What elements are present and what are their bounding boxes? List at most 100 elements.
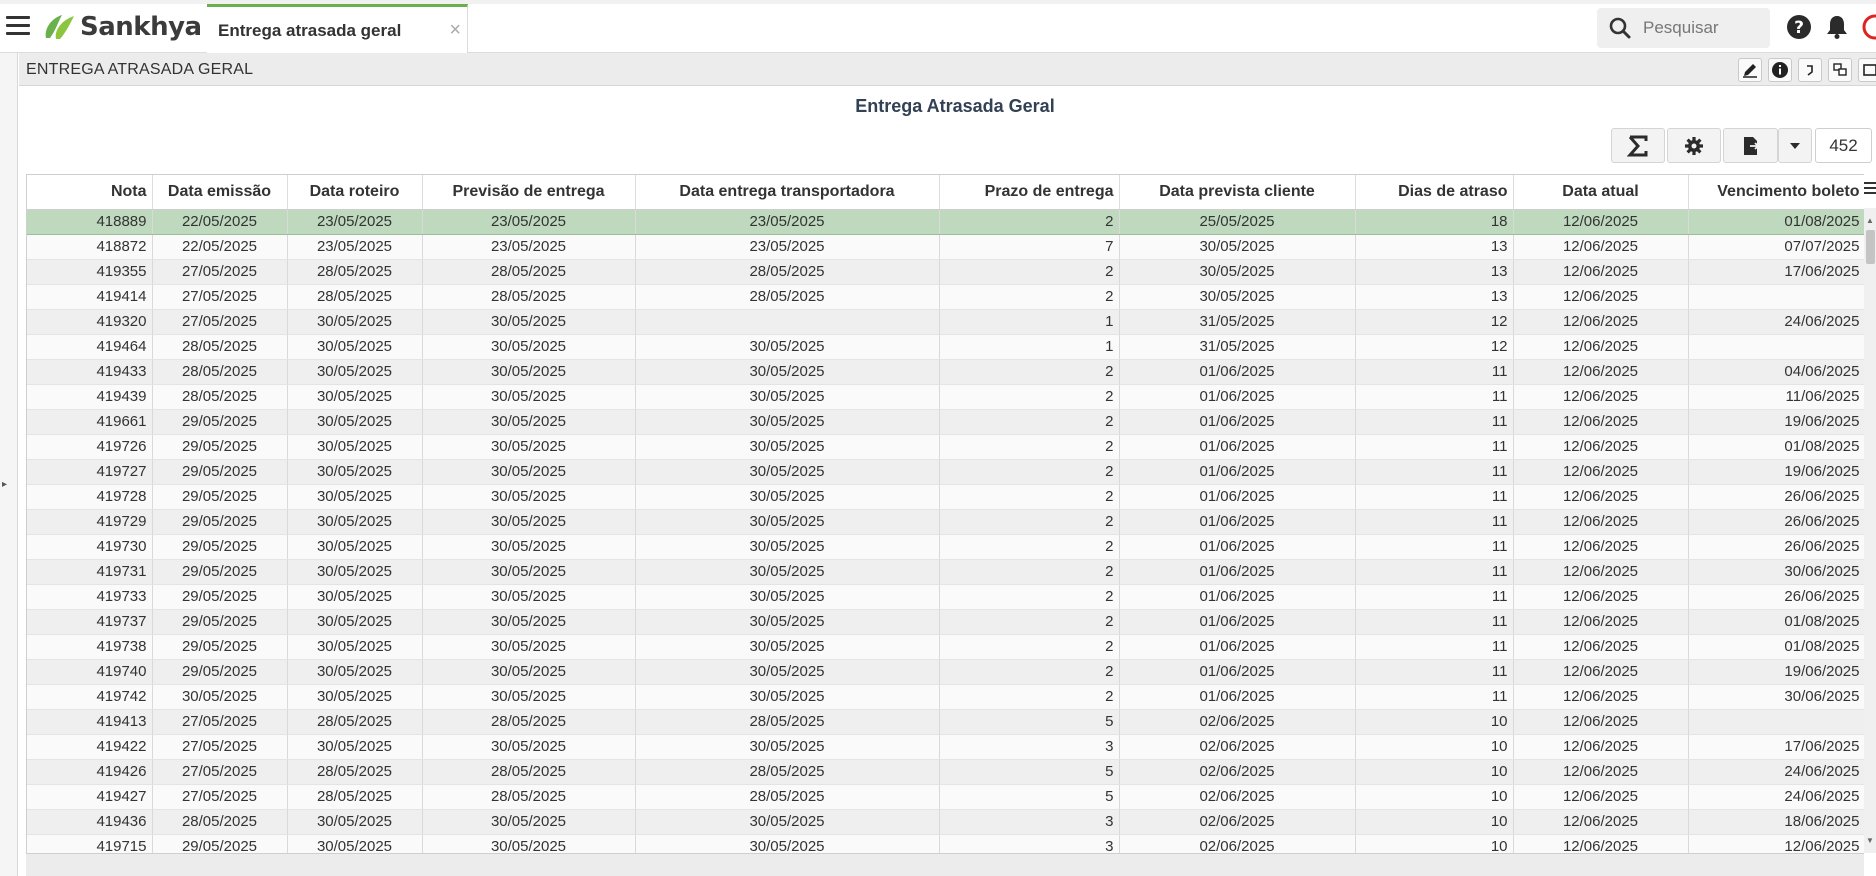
- cell-data-atual: 12/06/2025: [1513, 509, 1689, 535]
- table-row[interactable]: 419320 27/05/2025 30/05/2025 30/05/2025 1 31/…: [27, 309, 1864, 335]
- cell-previsao-entrega: 30/05/2025: [422, 609, 636, 635]
- table-row[interactable]: 419414 27/05/2025 28/05/2025 28/05/2025 28/0…: [27, 284, 1864, 310]
- column-header-dias-atraso[interactable]: Dias de atraso: [1355, 175, 1514, 210]
- cell-prazo-entrega: 2: [939, 459, 1120, 485]
- notification-bell-icon[interactable]: [1825, 14, 1849, 40]
- column-header-data-prevista-cliente[interactable]: Data prevista cliente: [1119, 175, 1356, 210]
- column-header-prazo-entrega[interactable]: Prazo de entrega: [939, 175, 1120, 210]
- search-input[interactable]: [1643, 16, 1763, 40]
- cell-data-roteiro: 30/05/2025: [287, 484, 423, 510]
- table-row[interactable]: 419729 29/05/2025 30/05/2025 30/05/2025 30/0…: [27, 509, 1864, 535]
- table-row[interactable]: 419740 29/05/2025 30/05/2025 30/05/2025 30/0…: [27, 659, 1864, 685]
- search-box[interactable]: [1597, 8, 1770, 48]
- settings-button[interactable]: [1667, 128, 1721, 163]
- cell-data-prevista-cliente: 30/05/2025: [1119, 284, 1356, 310]
- export-button[interactable]: [1723, 128, 1778, 163]
- table-row[interactable]: 419439 28/05/2025 30/05/2025 30/05/2025 30/0…: [27, 384, 1864, 410]
- cell-data-roteiro: 30/05/2025: [287, 809, 423, 835]
- column-header-vencimento-boleto[interactable]: Vencimento boleto: [1688, 175, 1864, 210]
- cell-data-entrega-transportadora: 30/05/2025: [635, 384, 940, 410]
- column-header-data-atual[interactable]: Data atual: [1513, 175, 1689, 210]
- restore-window-icon[interactable]: [1828, 58, 1852, 82]
- grid-footer: [26, 853, 1864, 876]
- cell-data-roteiro: 30/05/2025: [287, 534, 423, 560]
- column-header-data-entrega-transportadora[interactable]: Data entrega transportadora: [635, 175, 940, 210]
- brand-logo[interactable]: Sankhya: [42, 12, 202, 42]
- table-row[interactable]: 419427 27/05/2025 28/05/2025 28/05/2025 28/0…: [27, 784, 1864, 810]
- column-header-data-roteiro[interactable]: Data roteiro: [287, 175, 423, 210]
- cell-previsao-entrega: 30/05/2025: [422, 484, 636, 510]
- scrollbar-thumb[interactable]: [1866, 230, 1875, 264]
- table-row[interactable]: 419737 29/05/2025 30/05/2025 30/05/2025 30/0…: [27, 609, 1864, 635]
- cell-data-roteiro: 30/05/2025: [287, 459, 423, 485]
- tab-close-icon[interactable]: ×: [449, 19, 461, 42]
- maximize-window-icon[interactable]: [1858, 58, 1876, 82]
- cell-data-roteiro: 30/05/2025: [287, 734, 423, 760]
- table-row[interactable]: 419436 28/05/2025 30/05/2025 30/05/2025 30/0…: [27, 809, 1864, 835]
- info-icon[interactable]: [1768, 58, 1792, 82]
- column-header-previsao-entrega[interactable]: Previsão de entrega: [422, 175, 636, 210]
- column-menu-icon[interactable]: [1864, 182, 1876, 198]
- scroll-down-arrow-icon[interactable]: ▼: [1866, 836, 1874, 845]
- tab-entrega-atrasada-geral[interactable]: Entrega atrasada geral ×: [207, 4, 468, 53]
- hamburger-menu-icon[interactable]: [6, 16, 30, 38]
- cell-dias-atraso: 11: [1355, 534, 1514, 560]
- column-header-data-emissao[interactable]: Data emissão: [152, 175, 288, 210]
- cell-data-atual: 12/06/2025: [1513, 634, 1689, 660]
- left-collapse-strip[interactable]: ▸: [0, 53, 18, 876]
- cell-previsao-entrega: 28/05/2025: [422, 709, 636, 735]
- cell-data-emissao: 29/05/2025: [152, 409, 288, 435]
- column-header-nota[interactable]: Nota: [27, 175, 153, 210]
- help-icon[interactable]: ?: [1786, 14, 1812, 40]
- cell-dias-atraso: 18: [1355, 208, 1514, 235]
- cell-data-emissao: 29/05/2025: [152, 459, 288, 485]
- cell-data-prevista-cliente: 02/06/2025: [1119, 709, 1356, 735]
- cell-previsao-entrega: 30/05/2025: [422, 434, 636, 460]
- cell-vencimento-boleto: 26/06/2025: [1688, 484, 1864, 510]
- cell-dias-atraso: 11: [1355, 684, 1514, 710]
- table-row[interactable]: 419726 29/05/2025 30/05/2025 30/05/2025 30/0…: [27, 434, 1864, 460]
- table-row[interactable]: 419464 28/05/2025 30/05/2025 30/05/2025 30/0…: [27, 334, 1864, 360]
- table-row[interactable]: 419413 27/05/2025 28/05/2025 28/05/2025 28/0…: [27, 709, 1864, 735]
- cell-nota: 419730: [27, 534, 153, 560]
- user-avatar-icon[interactable]: [1862, 14, 1876, 40]
- sum-totals-button[interactable]: [1611, 128, 1665, 163]
- table-row[interactable]: 419733 29/05/2025 30/05/2025 30/05/2025 30/0…: [27, 584, 1864, 610]
- table-row[interactable]: 419355 27/05/2025 28/05/2025 28/05/2025 28/0…: [27, 259, 1864, 285]
- cell-dias-atraso: 11: [1355, 384, 1514, 410]
- table-row[interactable]: 419728 29/05/2025 30/05/2025 30/05/2025 30/0…: [27, 484, 1864, 510]
- cell-previsao-entrega: 30/05/2025: [422, 459, 636, 485]
- table-row[interactable]: 419727 29/05/2025 30/05/2025 30/05/2025 30/0…: [27, 459, 1864, 485]
- table-row[interactable]: 419731 29/05/2025 30/05/2025 30/05/2025 30/0…: [27, 559, 1864, 585]
- export-dropdown-button[interactable]: [1778, 128, 1812, 163]
- cell-nota: 419733: [27, 584, 153, 610]
- cell-data-entrega-transportadora: 30/05/2025: [635, 509, 940, 535]
- cell-data-entrega-transportadora: [635, 309, 940, 335]
- table-row[interactable]: 418872 22/05/2025 23/05/2025 23/05/2025 23/0…: [27, 234, 1864, 260]
- cell-vencimento-boleto: 11/06/2025: [1688, 384, 1864, 410]
- cell-data-entrega-transportadora: 28/05/2025: [635, 784, 940, 810]
- expand-arrow-icon[interactable]: ▸: [2, 479, 7, 490]
- refresh-icon[interactable]: [1798, 58, 1822, 82]
- header-row: Nota Data emissão Data roteiro Previsão …: [27, 175, 1864, 210]
- table-row[interactable]: 419742 30/05/2025 30/05/2025 30/05/2025 30/0…: [27, 684, 1864, 710]
- table-row[interactable]: 419738 29/05/2025 30/05/2025 30/05/2025 30/0…: [27, 634, 1864, 660]
- cell-data-prevista-cliente: 01/06/2025: [1119, 634, 1356, 660]
- vertical-scrollbar[interactable]: ▲ ▼: [1864, 208, 1876, 853]
- cell-data-atual: 12/06/2025: [1513, 734, 1689, 760]
- cell-data-prevista-cliente: 01/06/2025: [1119, 434, 1356, 460]
- table-row[interactable]: 419426 27/05/2025 28/05/2025 28/05/2025 28/0…: [27, 759, 1864, 785]
- table-row[interactable]: 419730 29/05/2025 30/05/2025 30/05/2025 30/0…: [27, 534, 1864, 560]
- table-row[interactable]: 419661 29/05/2025 30/05/2025 30/05/2025 30/0…: [27, 409, 1864, 435]
- table-row[interactable]: 418889 22/05/2025 23/05/2025 23/05/2025 23/0…: [27, 208, 1864, 235]
- cell-data-prevista-cliente: 30/05/2025: [1119, 259, 1356, 285]
- cell-data-atual: 12/06/2025: [1513, 384, 1689, 410]
- cell-data-emissao: 28/05/2025: [152, 809, 288, 835]
- cell-prazo-entrega: 1: [939, 334, 1120, 360]
- cell-data-emissao: 29/05/2025: [152, 634, 288, 660]
- table-row[interactable]: 419433 28/05/2025 30/05/2025 30/05/2025 30/0…: [27, 359, 1864, 385]
- edit-pencil-icon[interactable]: [1738, 58, 1762, 82]
- table-row[interactable]: 419422 27/05/2025 30/05/2025 30/05/2025 30/0…: [27, 734, 1864, 760]
- scroll-up-arrow-icon[interactable]: ▲: [1866, 216, 1874, 225]
- cell-data-prevista-cliente: 31/05/2025: [1119, 309, 1356, 335]
